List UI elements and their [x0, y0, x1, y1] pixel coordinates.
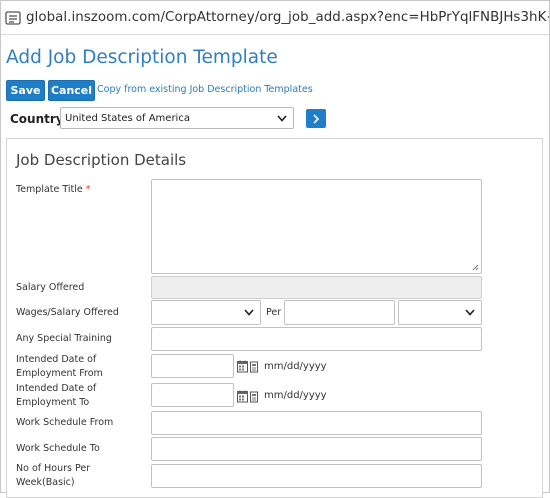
- salary-offered-label: Salary Offered: [16, 282, 85, 293]
- hours-per-week-input[interactable]: [151, 464, 482, 488]
- country-select[interactable]: United States of America: [60, 107, 294, 129]
- required-mark: *: [85, 184, 91, 195]
- work-schedule-from-label: Work Schedule From: [16, 417, 114, 428]
- calendar-icon[interactable]: [237, 359, 261, 373]
- wages-currency-select[interactable]: [151, 300, 261, 325]
- work-schedule-to-label: Work Schedule To: [16, 443, 100, 454]
- cancel-button[interactable]: Cancel: [48, 80, 95, 101]
- special-training-label: Any Special Training: [16, 333, 112, 344]
- date-format-hint: mm/dd/yyyy: [264, 390, 327, 401]
- date-from-label: Intended Date of Employment From: [16, 353, 103, 381]
- date-to-label-line1: Intended Date of: [16, 383, 97, 394]
- special-training-input[interactable]: [151, 327, 482, 351]
- country-selected-value: United States of America: [65, 112, 190, 124]
- hours-per-week-label: No of Hours Per Week(Basic): [16, 462, 90, 490]
- save-button[interactable]: Save: [6, 80, 45, 101]
- wages-salary-label: Wages/Salary Offered: [16, 307, 119, 318]
- copy-template-link[interactable]: Copy from existing Job Description Templ…: [97, 84, 313, 95]
- chevron-down-icon: [242, 306, 256, 320]
- date-from-input[interactable]: [151, 354, 234, 378]
- template-title-textarea[interactable]: [151, 179, 482, 274]
- work-schedule-to-input[interactable]: [151, 437, 482, 461]
- chevron-right-icon: [312, 113, 320, 124]
- date-to-label-line2: Employment To: [16, 397, 90, 408]
- template-title-label: Template Title *: [16, 183, 91, 197]
- section-title: Job Description Details: [16, 151, 187, 169]
- address-bar[interactable]: global.inszoom.com/CorpAttorney/org_job_…: [0, 0, 550, 35]
- chevron-down-icon: [275, 111, 289, 125]
- salary-offered-input: [151, 276, 482, 299]
- wages-amount-input[interactable]: [284, 300, 395, 325]
- template-title-label-text: Template Title: [16, 184, 83, 195]
- chevron-down-icon: [463, 306, 477, 320]
- per-label: Per: [266, 307, 282, 318]
- resize-grip-icon[interactable]: [472, 264, 479, 271]
- hours-label-line2: Week(Basic): [16, 477, 75, 488]
- calendar-icon[interactable]: [237, 389, 261, 403]
- work-schedule-from-input[interactable]: [151, 411, 482, 435]
- hours-label-line1: No of Hours Per: [16, 463, 91, 474]
- country-go-button[interactable]: [306, 109, 326, 128]
- url-text[interactable]: global.inszoom.com/CorpAttorney/org_job_…: [26, 10, 549, 25]
- wages-period-select[interactable]: [398, 300, 482, 325]
- site-icon: [5, 7, 21, 29]
- date-from-label-line2: Employment From: [16, 368, 103, 379]
- date-from-label-line1: Intended Date of: [16, 354, 97, 365]
- date-to-label: Intended Date of Employment To: [16, 382, 96, 410]
- date-format-hint: mm/dd/yyyy: [264, 361, 327, 372]
- country-label: Country: [10, 112, 64, 126]
- page-title: Add Job Description Template: [6, 47, 278, 68]
- date-to-input[interactable]: [151, 383, 234, 407]
